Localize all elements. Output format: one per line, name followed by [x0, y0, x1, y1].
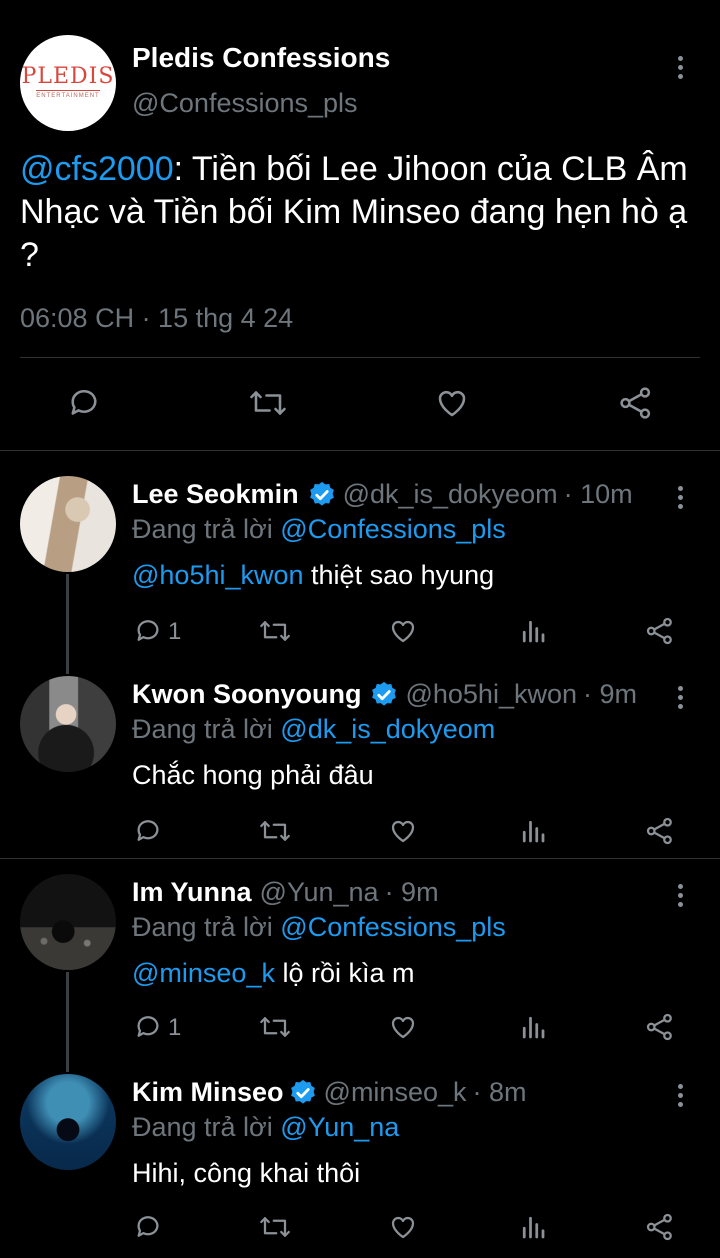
like-icon[interactable] — [388, 616, 418, 646]
display-name[interactable]: Kwon Soonyoung — [132, 679, 361, 710]
views-icon[interactable] — [518, 1012, 548, 1042]
reply-icon[interactable] — [133, 1012, 163, 1042]
replying-label: Đang trả lời — [132, 912, 273, 942]
views-icon[interactable] — [518, 1212, 548, 1242]
views-icon[interactable] — [518, 816, 548, 846]
reply-count: 1 — [168, 618, 182, 645]
more-options-icon[interactable] — [675, 686, 685, 709]
more-options-icon[interactable] — [675, 884, 685, 907]
retweet-icon[interactable] — [258, 816, 292, 846]
time: · 10m — [563, 479, 633, 509]
share-icon[interactable] — [618, 385, 654, 421]
avatar-logo-sub: ENTERTAINMENT — [36, 90, 100, 100]
reply-mention[interactable]: @minseo_k — [132, 958, 275, 988]
avatar[interactable] — [20, 1074, 116, 1170]
reply-count: 1 — [168, 1014, 182, 1041]
section-divider — [0, 858, 720, 859]
replying-to: Đang trả lời @Confessions_pls — [132, 514, 506, 545]
share-icon[interactable] — [645, 616, 675, 646]
handle[interactable]: @Yun_na — [260, 877, 379, 908]
display-name[interactable]: Im Yunna — [132, 877, 252, 908]
replying-label: Đang trả lời — [132, 514, 273, 544]
account-name[interactable]: Pledis Confessions — [132, 42, 390, 74]
divider — [20, 357, 700, 358]
reply-text: @ho5hi_kwon thiệt sao hyung — [132, 560, 494, 591]
like-icon[interactable] — [433, 385, 471, 421]
reply-tweet[interactable]: Kwon Soonyoung @ho5hi_kwon · 9m Đang trả… — [0, 670, 720, 860]
reply-tweet[interactable]: Kim Minseo @minseo_k · 8m Đang trả lời @… — [0, 1068, 720, 1258]
handle[interactable]: @ho5hi_kwon — [405, 679, 577, 710]
share-icon[interactable] — [645, 1012, 675, 1042]
verified-badge-icon — [288, 1078, 318, 1108]
section-divider — [0, 450, 720, 451]
time: · 8m — [472, 1077, 527, 1107]
handle[interactable]: @dk_is_dokyeom — [343, 479, 558, 510]
reply-header: Kim Minseo @minseo_k · 8m — [132, 1077, 527, 1108]
share-icon[interactable] — [645, 816, 675, 846]
views-icon[interactable] — [518, 616, 548, 646]
retweet-icon[interactable] — [258, 1012, 292, 1042]
tweet-timestamp: 06:08 CH · 15 thg 4 24 — [20, 303, 294, 333]
display-name[interactable]: Kim Minseo — [132, 1077, 284, 1108]
reply-tweet[interactable]: Lee Seokmin @dk_is_dokyeom · 10m Đang tr… — [0, 470, 720, 660]
reply-header: Lee Seokmin @dk_is_dokyeom · 10m — [132, 479, 633, 510]
reply-icon[interactable] — [66, 385, 102, 421]
reply-body: thiệt sao hyung — [303, 560, 495, 590]
retweet-icon[interactable] — [258, 616, 292, 646]
replying-to: Đang trả lời @Confessions_pls — [132, 912, 506, 943]
main-tweet: PLEDIS ENTERTAINMENT Pledis Confessions … — [0, 0, 720, 450]
reply-text: @minseo_k lộ rồi kìa m — [132, 958, 415, 989]
replying-label: Đang trả lời — [132, 1112, 273, 1142]
reply-body: lộ rồi kìa m — [274, 958, 415, 988]
verified-badge-icon — [307, 480, 337, 510]
more-options-icon[interactable] — [675, 1084, 685, 1107]
verified-badge-icon — [369, 680, 399, 710]
like-icon[interactable] — [388, 816, 418, 846]
avatar[interactable] — [20, 874, 116, 970]
reply-text: Chắc hong phải đâu — [132, 760, 374, 790]
tweet-mention[interactable]: @cfs2000 — [20, 150, 174, 188]
reply-mention[interactable]: @ho5hi_kwon — [132, 560, 304, 590]
reply-icon[interactable] — [133, 816, 163, 846]
reply-text: Hihi, công khai thôi — [132, 1158, 361, 1188]
more-options-icon[interactable] — [675, 486, 685, 509]
reply-header: Kwon Soonyoung @ho5hi_kwon · 9m — [132, 679, 637, 710]
reply-header: Im Yunna @Yun_na · 9m — [132, 877, 439, 908]
reply-icon[interactable] — [133, 1212, 163, 1242]
retweet-icon[interactable] — [248, 385, 288, 421]
handle[interactable]: @minseo_k — [324, 1077, 467, 1108]
replying-handle[interactable]: @Confessions_pls — [280, 514, 506, 544]
reply-tweet[interactable]: Im Yunna @Yun_na · 9m Đang trả lời @Conf… — [0, 868, 720, 1058]
reply-icon[interactable] — [133, 616, 163, 646]
like-icon[interactable] — [388, 1212, 418, 1242]
display-name[interactable]: Lee Seokmin — [132, 479, 299, 510]
replying-to: Đang trả lời @Yun_na — [132, 1112, 399, 1143]
avatar-logo: PLEDIS — [21, 64, 115, 89]
replying-handle[interactable]: @dk_is_dokyeom — [280, 714, 495, 744]
share-icon[interactable] — [645, 1212, 675, 1242]
time: · 9m — [384, 877, 439, 907]
more-options-icon[interactable] — [675, 56, 685, 79]
replying-label: Đang trả lời — [132, 714, 273, 744]
like-icon[interactable] — [388, 1012, 418, 1042]
account-avatar[interactable]: PLEDIS ENTERTAINMENT — [20, 35, 116, 131]
replying-handle[interactable]: @Confessions_pls — [280, 912, 506, 942]
replying-handle[interactable]: @Yun_na — [280, 1112, 399, 1142]
time: · 9m — [583, 679, 637, 709]
account-handle[interactable]: @Confessions_pls — [132, 88, 358, 119]
retweet-icon[interactable] — [258, 1212, 292, 1242]
replying-to: Đang trả lời @dk_is_dokyeom — [132, 714, 495, 745]
avatar[interactable] — [20, 676, 116, 772]
avatar[interactable] — [20, 476, 116, 572]
tweet-text: @cfs2000: Tiền bối Lee Jihoon của CLB Âm… — [20, 148, 700, 277]
